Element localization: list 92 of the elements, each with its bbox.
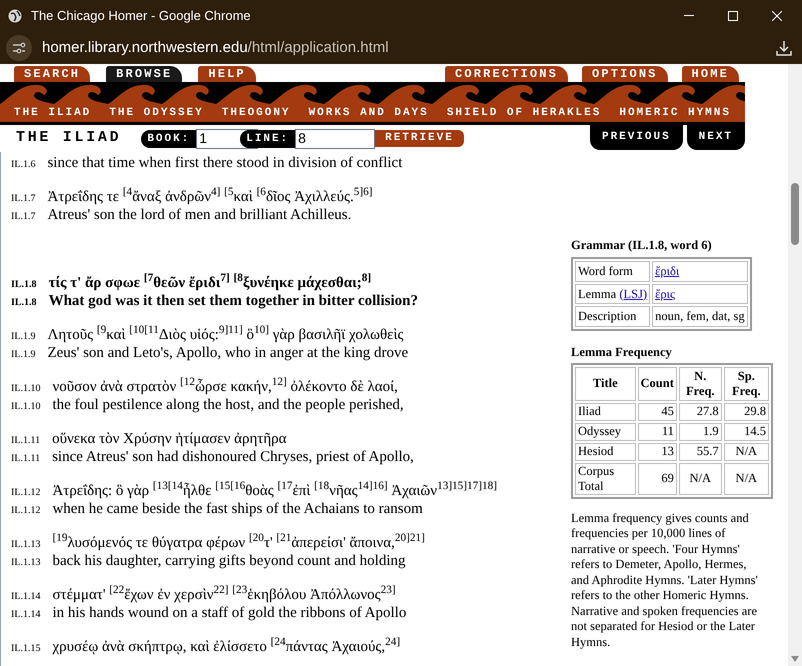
line-reference: IL.1.11	[11, 452, 40, 466]
table-cell: N/A	[724, 442, 769, 461]
line-reference: IL.1.12	[11, 504, 40, 518]
globe-icon	[8, 9, 22, 23]
line-reference: IL.1.6	[11, 158, 36, 172]
previous-button[interactable]: PREVIOUS	[590, 125, 683, 150]
line-reference: IL.1.13	[11, 538, 40, 552]
line-reference: IL.1.13	[11, 556, 40, 570]
work-link[interactable]: WORKS AND DAYS	[308, 105, 429, 121]
menu-tab[interactable]: SEARCH	[14, 66, 90, 82]
work-title: THE ILIAD	[16, 128, 122, 148]
menu-tab[interactable]: OPTIONS	[582, 66, 668, 82]
grammar-label: Description	[575, 306, 650, 327]
column-header: Count	[638, 366, 677, 401]
minimize-icon[interactable]	[684, 15, 694, 17]
work-link[interactable]: THE ILIAD	[14, 105, 92, 121]
table-cell: 27.8	[678, 402, 722, 421]
english-verse: when he came beside the fast ships of the Achaians to ransom	[52, 500, 423, 519]
grammar-label: Word form	[575, 260, 650, 282]
column-header: Title	[575, 366, 636, 401]
line-reference: IL.1.7	[11, 192, 36, 206]
close-icon[interactable]	[772, 11, 782, 21]
frequency-note: Lemma frequency gives counts and frequencies per 10,000 lines of narrative or speech. 'Four Hymns' refers to Demeter, Apollo, Hermes, and Aphrodite Hymns. 'Later Hymns' refers to the other Homeric Hymns. Narrative and spoken frequencies are not separated for Hesiod or the Later Hymns.	[571, 510, 759, 650]
line-reference: IL.1.10	[11, 400, 40, 414]
greek-verse[interactable]: τίς τ' ἄρ σφωε $^{[7}$θεῶν ἔριδι$^{7]}$ $^{[8}$ξυνέηκε μάχεσθαι;$^{8]}$	[48, 272, 372, 294]
menu-tab[interactable]: HOME	[682, 66, 739, 82]
download-icon[interactable]	[776, 40, 792, 56]
table-cell: N/A	[724, 462, 769, 495]
english-verse: since Atreus' son had dishonoured Chryses, priest of Apollo,	[52, 448, 414, 467]
maximize-icon[interactable]	[728, 11, 738, 21]
line-reference: IL.1.12	[11, 486, 40, 500]
english-verse: What god was it then set them together in bitter collision?	[48, 292, 418, 311]
next-button[interactable]: NEXT	[686, 125, 745, 150]
menu-tab[interactable]: HELP	[198, 66, 256, 82]
english-verse: since that time when first there stood in division of conflict	[47, 154, 402, 173]
english-verse: back his daughter, carrying gifts beyond count and holding	[52, 552, 406, 571]
line-reference: IL.1.8	[11, 296, 37, 310]
grammar-value[interactable]: ἔρις	[652, 284, 748, 304]
english-verse: the foul pestilence along the host, and the people perished,	[52, 396, 404, 415]
table-cell: 11	[638, 422, 677, 441]
line-reference: IL.1.8	[11, 278, 37, 292]
greek-verse[interactable]: Ἀτρεΐδης: ὃ γὰρ $^{[13[14}$ἦλθε $^{[15[16}$θοὰς $^{[17}$ἐπὶ $^{[18}$νῆας$^{14]16]}$ Ἀχαιῶν$^{13]15]17]18]}$	[52, 480, 498, 502]
work-link[interactable]: THEOGONY	[222, 105, 290, 121]
retrieve-button[interactable]: RETRIEVE	[375, 130, 464, 147]
grammar-title: Grammar (IL.1.8, word 6)	[571, 237, 713, 254]
table-cell: 13	[638, 442, 677, 461]
table-cell: Corpus Total	[575, 462, 636, 495]
line-reference: IL.1.14	[11, 608, 40, 622]
greek-verse[interactable]: Λητοῦς $^{[9}$καὶ $^{[10[11}$Διὸς υἱός:$^{9]11]}$ ὃ$^{10]}$ γὰρ βασιλῆϊ χολωθεὶς	[47, 324, 404, 346]
frequency-title: Lemma Frequency	[571, 344, 673, 361]
line-reference: IL.1.10	[11, 382, 40, 396]
work-link[interactable]: THE ODYSSEY	[109, 105, 204, 121]
table-cell: 69	[638, 462, 677, 495]
table-cell: 29.8	[724, 402, 769, 421]
table-cell: Hesiod	[575, 442, 636, 461]
line-reference: IL.1.7	[11, 210, 36, 224]
table-cell: 1.9	[678, 422, 722, 441]
column-header: Sp. Freq.	[724, 366, 769, 401]
line-reference: IL.1.15	[11, 642, 40, 656]
grammar-label: Lemma (LSJ)	[575, 284, 650, 304]
url-text[interactable]: homer.library.northwestern.edu/html/application.html	[42, 36, 389, 60]
table-cell: Odyssey	[575, 422, 636, 441]
greek-verse[interactable]: χρυσέῳ ἀνὰ σκήπτρῳ, καὶ ἐλίσσετο $^{[24}$πάντας Ἀχαιούς,$^{24]}$	[52, 636, 400, 658]
menu-tab[interactable]: CORRECTIONS	[445, 66, 568, 82]
menu-tab[interactable]: BROWSE	[106, 66, 182, 82]
greek-verse[interactable]: νοῦσον ἀνὰ στρατὸν $^{[12}$ὦρσε κακήν,$^{12]}$ ὀλέκοντο δὲ λαοί,	[52, 376, 398, 398]
table-cell: N/A	[678, 462, 722, 495]
table-cell: 45	[638, 402, 677, 421]
line-reference: IL.1.14	[11, 590, 40, 604]
greek-verse[interactable]: στέμματ' $^{[22}$ἔχων ἐν χερσὶν$^{22]}$ $^{[23}$ἑκηβόλου Ἀπόλλωνος$^{23]}$	[52, 584, 396, 606]
table-cell: 14.5	[724, 422, 769, 441]
work-link[interactable]: HOMERIC HYMNS	[619, 105, 731, 121]
english-verse: Zeus' son and Leto's, Apollo, who in anger at the king drove	[47, 344, 408, 363]
greek-verse[interactable]: $^{[19}$λυσόμενός τε θύγατρα φέρων $^{[20}$τ' $^{[21}$ἀπερείσι' ἄποινα,$^{20]21]}$	[52, 532, 425, 554]
grammar-value: noun, fem, dat, sg	[652, 306, 748, 327]
column-header: N. Freq.	[678, 366, 722, 401]
scroll-down-icon[interactable]	[791, 656, 799, 662]
table-cell: 55.7	[678, 442, 722, 461]
english-verse: Atreus' son the lord of men and brilliant Achilleus.	[47, 206, 352, 225]
line-reference: IL.1.9	[11, 348, 36, 362]
scrollbar-thumb[interactable]	[791, 183, 799, 245]
table-cell: Iliad	[575, 402, 636, 421]
line-reference: IL.1.11	[11, 434, 40, 448]
greek-verse[interactable]: Ἀτρεΐδης τε $^{[4}$ἄναξ ἀνδρῶν$^{4]}$ $^{[5}$καὶ $^{[6}$δῖος Ἀχιλλεύς.$^{5]6]}$	[47, 186, 372, 208]
line-reference: IL.1.9	[11, 330, 36, 344]
english-verse: in his hands wound on a staff of gold the ribbons of Apollo	[52, 604, 406, 623]
lsj-link[interactable]: (LSJ)	[619, 286, 648, 300]
greek-verse[interactable]: οὕνεκα τὸν Χρύσην ἠτίμασεν ἀρητῆρα	[52, 428, 287, 450]
work-link[interactable]: SHIELD OF HERAKLES	[446, 105, 602, 121]
window-title: The Chicago Homer - Google Chrome	[31, 7, 251, 26]
grammar-value[interactable]: ἔριδι	[652, 260, 748, 282]
site-settings-icon[interactable]	[6, 35, 32, 61]
